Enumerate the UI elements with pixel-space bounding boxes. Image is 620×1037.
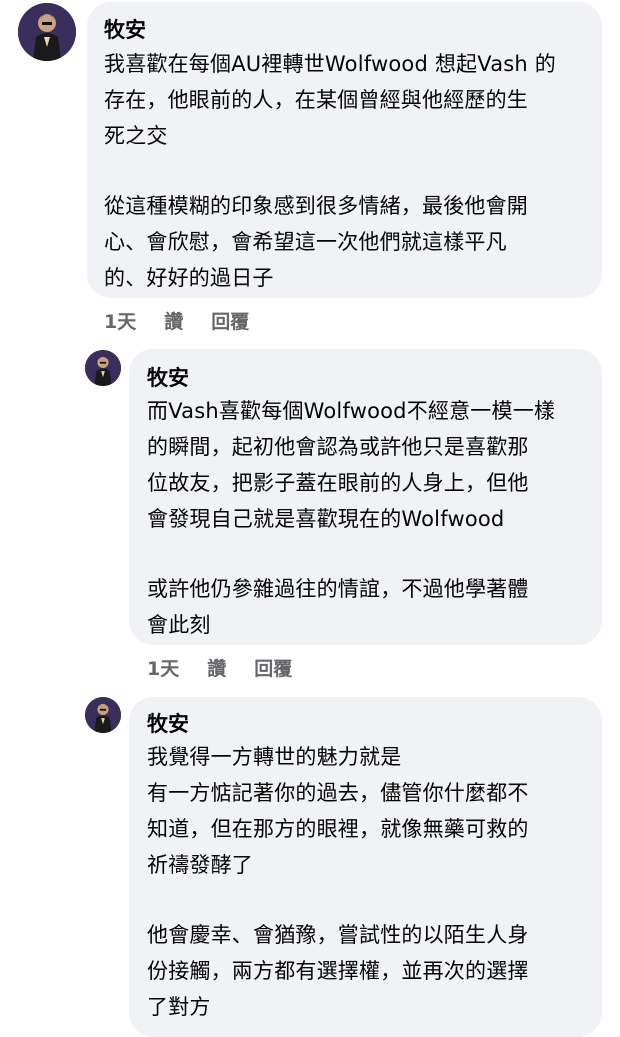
text-line: 有一方惦記著你的過去，儘管你什麼都不 (147, 781, 529, 805)
avatar[interactable] (18, 3, 76, 61)
comment-paragraph: 從這種模糊的印象感到很多情緒，最後他會開 心、會欣慰，會希望這一次他們就這樣平凡… (104, 188, 584, 296)
comment-paragraph: 我覺得一方轉世的魅力就是 有一方惦記著你的過去，儘管你什麼都不 知道，但在那方的… (147, 739, 588, 883)
avatar[interactable] (85, 350, 121, 386)
avatar-image (85, 350, 121, 386)
text-line: 會發現自己就是喜歡現在的Wolfwood (147, 507, 505, 531)
text-line: 死之交 (104, 124, 168, 148)
comment-author[interactable]: 牧安 (147, 710, 588, 738)
reply-button[interactable]: 回覆 (211, 307, 249, 334)
like-button[interactable]: 讚 (164, 307, 183, 334)
comment-bubble: 牧安 我喜歡在每個AU裡轉世Wolfwood 想起Vash 的 存在，他眼前的人… (87, 2, 602, 298)
text-line: 從這種模糊的印象感到很多情緒，最後他會開 (104, 194, 528, 218)
timestamp-link[interactable]: 1天 (104, 307, 136, 334)
text-line: 他會慶幸、會猶豫，嘗試性的以陌生人身 (147, 923, 529, 947)
text-line: 份接觸，兩方都有選擇權，並再次的選擇 (147, 959, 529, 983)
comment-paragraph: 我喜歡在每個AU裡轉世Wolfwood 想起Vash 的 存在，他眼前的人，在某… (104, 46, 584, 154)
text-line: 祈禱發酵了 (147, 853, 253, 877)
comment-paragraph: 或許他仍參雜過往的情誼，不過他學著體 會此刻 (147, 571, 588, 643)
comment-author[interactable]: 牧安 (104, 16, 584, 44)
text-line: 的瞬間，起初他會認為或許他只是喜歡那 (147, 435, 529, 459)
comment-text: 而Vash喜歡每個Wolfwood不經意一模一樣 的瞬間，起初他會認為或許他只是… (147, 393, 588, 643)
comment-paragraph: 他會慶幸、會猶豫，嘗試性的以陌生人身 份接觸，兩方都有選擇權，並再次的選擇 了對… (147, 917, 588, 1025)
text-line: 存在，他眼前的人，在某個曾經與他經歷的生 (104, 88, 528, 112)
text-line: 位故友，把影子蓋在眼前的人身上，但他 (147, 471, 529, 495)
text-line: 知道，但在那方的眼裡，就像無藥可救的 (147, 817, 529, 841)
comment-actions: 1天 讚 回覆 (147, 654, 292, 681)
comment-actions: 1天 讚 回覆 (104, 307, 249, 334)
text-line: 我覺得一方轉世的魅力就是 (147, 745, 402, 769)
text-line: 我喜歡在每個AU裡轉世Wolfwood 想起Vash 的 (104, 52, 556, 76)
text-line: 或許他仍參雜過往的情誼，不過他學著體 (147, 577, 529, 601)
avatar-image (18, 3, 76, 61)
text-line: 心、會欣慰，會希望這一次他們就這樣平凡 (104, 230, 507, 254)
text-line: 而Vash喜歡每個Wolfwood不經意一模一樣 (147, 399, 556, 423)
text-line: 會此刻 (147, 613, 211, 637)
comment-bubble: 牧安 我覺得一方轉世的魅力就是 有一方惦記著你的過去，儘管你什麼都不 知道，但在… (129, 697, 602, 1037)
timestamp-link[interactable]: 1天 (147, 654, 179, 681)
comment-bubble: 牧安 而Vash喜歡每個Wolfwood不經意一模一樣 的瞬間，起初他會認為或許… (129, 349, 602, 645)
comment-text: 我喜歡在每個AU裡轉世Wolfwood 想起Vash 的 存在，他眼前的人，在某… (104, 46, 584, 296)
comment-paragraph: 而Vash喜歡每個Wolfwood不經意一模一樣 的瞬間，起初他會認為或許他只是… (147, 393, 588, 537)
avatar[interactable] (85, 697, 121, 733)
comment-text: 我覺得一方轉世的魅力就是 有一方惦記著你的過去，儘管你什麼都不 知道，但在那方的… (147, 739, 588, 1025)
comment-author[interactable]: 牧安 (147, 364, 588, 392)
avatar-image (85, 697, 121, 733)
like-button[interactable]: 讚 (207, 654, 226, 681)
text-line: 了對方 (147, 995, 211, 1019)
text-line: 的、好好的過日子 (104, 266, 274, 290)
reply-button[interactable]: 回覆 (254, 654, 292, 681)
